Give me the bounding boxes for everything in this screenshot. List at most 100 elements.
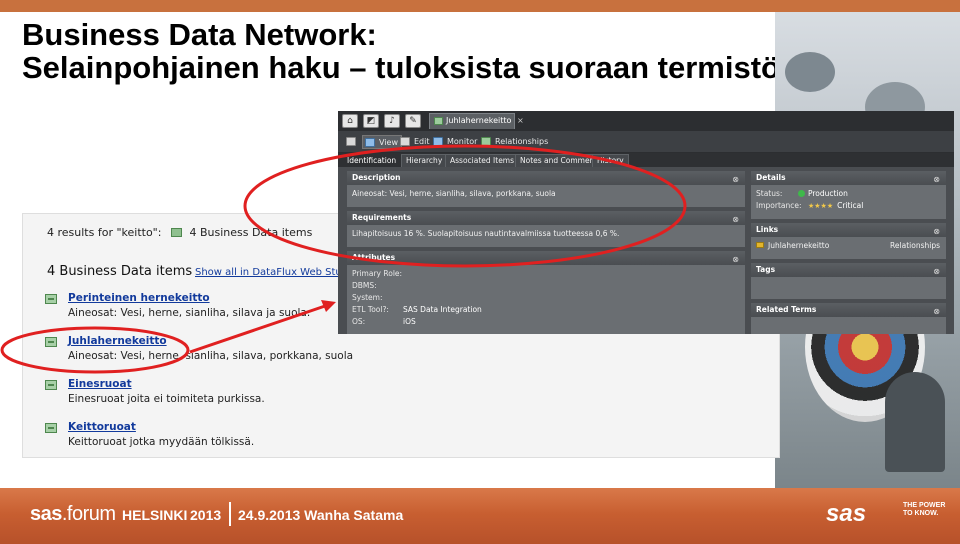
app-tab-bar: ⌂ ◩ ♪ ✎ Juhlahernekeitto × xyxy=(338,111,954,131)
tab-associated-items[interactable]: Associated Items xyxy=(445,154,520,167)
collapse-icon[interactable]: ⊗ xyxy=(732,173,739,187)
edit-icon xyxy=(400,137,410,146)
related-terms-section: Related Terms ⊗ xyxy=(751,303,946,334)
description-title: Description xyxy=(352,173,401,182)
edit-doc-icon[interactable]: ✎ xyxy=(405,114,421,128)
bell-icon[interactable]: ♪ xyxy=(384,114,400,128)
result-item-description: Aineosat: Vesi, herne, sianliha, silava,… xyxy=(68,350,354,362)
collapse-icon[interactable]: ⊗ xyxy=(933,305,940,319)
attribute-key: OS: xyxy=(352,317,366,326)
result-item-link[interactable]: Einesruoat xyxy=(68,378,132,390)
related-terms-header[interactable]: Related Terms ⊗ xyxy=(751,303,946,317)
result-item-description: Keittoruoat jotka myydään tölkissä. xyxy=(68,436,255,448)
business-data-item-icon xyxy=(45,380,57,390)
attributes-section: Attributes ⊗ Primary Role: DBMS: System: … xyxy=(347,251,745,334)
relationships-icon xyxy=(481,137,491,146)
result-item-link[interactable]: Perinteinen hernekeitto xyxy=(68,292,210,304)
footer-divider xyxy=(229,502,231,526)
attribute-row: Primary Role: xyxy=(352,268,740,280)
star-rating-icon: ★★★★ xyxy=(808,202,834,210)
attribute-key: ETL Tool?: xyxy=(352,305,389,314)
results-heading: 4 Business Data items xyxy=(47,264,193,279)
view-label: View xyxy=(379,138,398,147)
result-item-link[interactable]: Juhlahernekeitto xyxy=(68,335,167,347)
business-data-item-icon xyxy=(434,117,443,125)
details-section: Details ⊗ Status: Production Importance: ★★… xyxy=(751,171,946,219)
status-row: Status: Production xyxy=(756,188,941,200)
status-dot-icon xyxy=(798,190,805,197)
attribute-key: DBMS: xyxy=(352,281,377,290)
attribute-row: OS: iOS xyxy=(352,316,740,328)
dataflux-app-window: ⌂ ◩ ♪ ✎ Juhlahernekeitto × View Edit Mon… xyxy=(338,111,954,334)
attributes-body: Primary Role: DBMS: System: ETL Tool?: SA… xyxy=(347,265,745,332)
requirements-text: Lihapitoisuus 16 %. Suolapitoisuus nauti… xyxy=(352,229,620,238)
tags-title: Tags xyxy=(756,265,776,274)
tags-header[interactable]: Tags ⊗ xyxy=(751,263,946,277)
save-icon[interactable] xyxy=(346,135,356,149)
status-badge: Production xyxy=(808,189,848,198)
results-count-text: 4 results for "keitto": xyxy=(47,226,162,239)
tab-identification[interactable]: Identification xyxy=(342,154,402,167)
attribute-row: ETL Tool?: SAS Data Integration xyxy=(352,304,740,316)
result-item-link[interactable]: Keittoruoat xyxy=(68,421,136,433)
results-count-badge[interactable]: 4 Business Data items xyxy=(189,226,312,239)
collapse-icon[interactable]: ⊗ xyxy=(933,265,940,279)
description-section: Description ⊗ Aineosat: Vesi, herne, sian… xyxy=(347,171,745,207)
sas-logo: sas xyxy=(826,500,867,527)
top-accent-bar xyxy=(0,0,960,12)
app-toolbar: View Edit Monitor Relationships xyxy=(338,131,954,153)
tab-hierarchy[interactable]: Hierarchy xyxy=(401,154,448,167)
sas-forum-sas: sas xyxy=(30,503,62,525)
relationships-button[interactable]: Relationships xyxy=(481,135,548,149)
attribute-row: DBMS: xyxy=(352,280,740,292)
attributes-header[interactable]: Attributes ⊗ xyxy=(347,251,745,265)
view-icon xyxy=(365,138,375,147)
tags-section: Tags ⊗ xyxy=(751,263,946,299)
home-icon[interactable]: ⌂ xyxy=(342,114,358,128)
status-value: Production xyxy=(798,188,848,200)
relationships-label: Relationships xyxy=(495,137,549,146)
close-icon[interactable]: × xyxy=(517,116,524,125)
edit-button[interactable]: Edit xyxy=(400,135,430,149)
business-data-item-icon xyxy=(45,294,57,304)
collapse-icon[interactable]: ⊗ xyxy=(933,173,940,187)
footer-city: HELSINKI xyxy=(122,507,188,523)
footer-event: 24.9.2013 Wanha Satama xyxy=(238,507,404,523)
business-data-item-icon xyxy=(45,423,57,433)
attribute-value: SAS Data Integration xyxy=(403,305,482,314)
link-icon xyxy=(756,242,764,248)
sas-tagline: THE POWER TO KNOW. xyxy=(903,502,946,517)
collapse-icon[interactable]: ⊗ xyxy=(732,253,739,267)
view-button[interactable]: View xyxy=(362,135,402,149)
status-label: Status: xyxy=(756,189,783,198)
chart-icon[interactable]: ◩ xyxy=(363,114,379,128)
business-data-item-icon xyxy=(45,337,57,347)
detail-tabs: Identification Hierarchy Associated Item… xyxy=(338,153,954,167)
attribute-value: iOS xyxy=(403,317,416,326)
details-title: Details xyxy=(756,173,786,182)
description-header[interactable]: Description ⊗ xyxy=(347,171,745,185)
results-count: 4 results for "keitto": 4 Business Data … xyxy=(47,226,312,239)
show-all-link[interactable]: Show all in DataFlux Web Studio xyxy=(195,267,357,278)
importance-row: Importance: ★★★★ Critical xyxy=(756,200,941,212)
link-item[interactable]: Juhlahernekeitto xyxy=(768,241,829,250)
tab-history[interactable]: History xyxy=(592,154,629,167)
details-body: Status: Production Importance: ★★★★ Critica… xyxy=(751,185,946,216)
edit-label: Edit xyxy=(414,137,430,146)
monitor-button[interactable]: Monitor xyxy=(433,135,477,149)
result-item-description: Einesruoat joita ei toimiteta purkissa. xyxy=(68,393,265,405)
links-header[interactable]: Links ⊗ xyxy=(751,223,946,237)
requirements-header[interactable]: Requirements ⊗ xyxy=(347,211,745,225)
collapse-icon[interactable]: ⊗ xyxy=(732,213,739,227)
link-type: Relationships xyxy=(890,241,940,250)
importance-label: Importance: xyxy=(756,201,802,210)
details-header[interactable]: Details ⊗ xyxy=(751,171,946,185)
requirements-title: Requirements xyxy=(352,213,412,222)
attributes-title: Attributes xyxy=(352,253,396,262)
result-item-description: Aineosat: Vesi, herne, sianliha, silava … xyxy=(68,307,311,319)
requirements-section: Requirements ⊗ Lihapitoisuus 16 %. Suolap… xyxy=(347,211,745,247)
document-tab[interactable]: Juhlahernekeitto × xyxy=(429,113,524,129)
sas-forum-logo: sas.forum xyxy=(30,503,116,526)
monitor-label: Monitor xyxy=(447,137,478,146)
attribute-row: System: xyxy=(352,292,740,304)
